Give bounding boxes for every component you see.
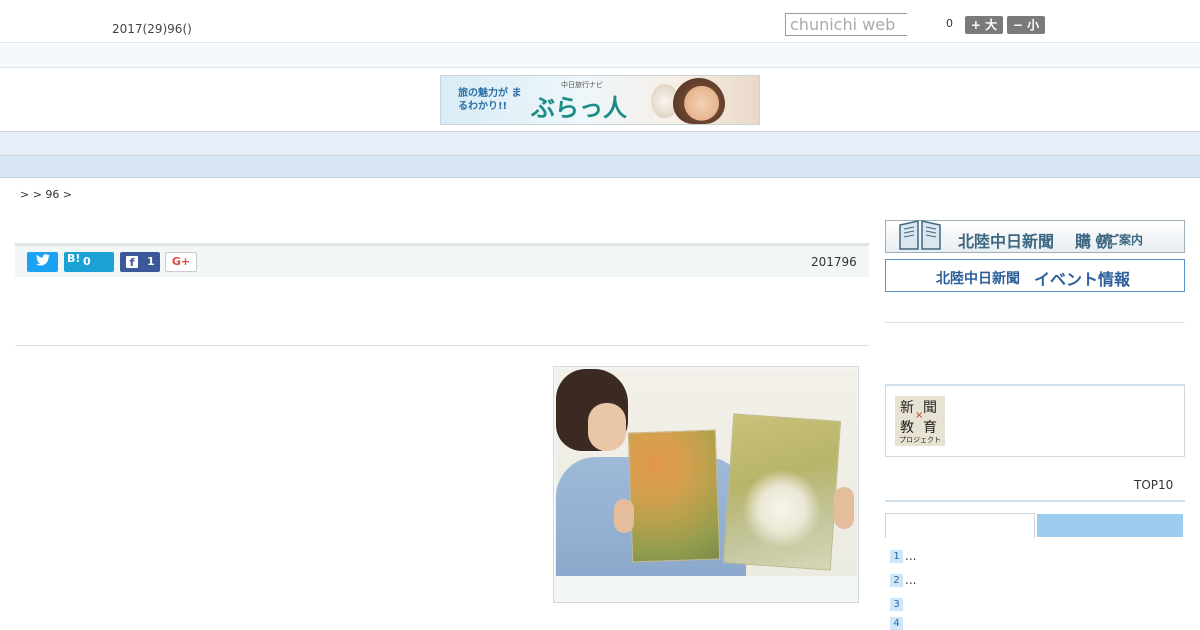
googleplus-icon: G+ — [171, 255, 191, 268]
search-input[interactable]: chunichi web — [785, 13, 907, 36]
font-size-indicator: 0 — [946, 17, 953, 30]
twitter-icon — [35, 254, 50, 266]
subscribe-title: 北陸中日新聞 — [958, 232, 1055, 251]
current-date: 2017(29)96() — [112, 22, 192, 36]
ranking-divider — [885, 500, 1185, 502]
subscribe-tail: のご案内 — [1095, 233, 1144, 247]
hatena-bookmark-icon: B! — [67, 252, 81, 265]
ranking-item[interactable]: 2... — [890, 573, 916, 587]
event-title-paper: 北陸中日新聞 — [936, 271, 1020, 287]
ranking-tab-1[interactable] — [885, 513, 1035, 538]
ranking-number: 3 — [890, 598, 903, 611]
breadcrumb[interactable]: > > 96 > — [20, 188, 72, 201]
nie-logo-char: 新 — [900, 400, 914, 416]
sub-nav — [0, 156, 1200, 178]
photo-hand-left — [614, 499, 634, 533]
open-book-icon — [899, 220, 941, 250]
subscribe-banner[interactable]: 北陸中日新聞 購 読 のご案内 — [885, 220, 1185, 253]
top-bar: 2017(29)96() chunichi web 0 + 大 − 小 — [0, 0, 1200, 43]
header-band — [0, 44, 1200, 68]
travel-banner-ad[interactable]: 旅の魅力が まるわかり!! 中日旅行ナビ ぶらっ人 — [440, 75, 760, 125]
ranking-heading: TOP10 — [1134, 478, 1174, 492]
nie-project-box: 新 聞 × 教 育 プロジェクト — [885, 384, 1185, 457]
photo-flowers — [742, 469, 822, 549]
font-size-small-button[interactable]: − 小 — [1007, 16, 1045, 34]
ranking-item[interactable]: 4 — [890, 616, 905, 630]
facebook-count: 1 — [147, 255, 155, 268]
twitter-share-button[interactable] — [27, 252, 58, 272]
facebook-share-button[interactable]: f 1 — [120, 252, 160, 272]
ranking-number: 2 — [890, 574, 903, 587]
banner-woman-image — [673, 78, 725, 124]
share-bar: B! 0 f 1 G+ — [15, 243, 869, 277]
article-photo[interactable] — [556, 369, 857, 576]
nie-project-logo[interactable]: 新 聞 × 教 育 プロジェクト — [895, 396, 945, 446]
ranking-tab-2[interactable] — [1037, 514, 1183, 537]
googleplus-share-button[interactable]: G+ — [165, 252, 197, 272]
photo-painting-left — [627, 429, 721, 563]
ranking-item[interactable]: 1... — [890, 549, 916, 563]
article-divider — [15, 345, 869, 346]
main-nav — [0, 131, 1200, 156]
nie-logo-project: プロジェクト — [899, 436, 941, 444]
photo-face — [588, 403, 626, 451]
article-date: 201796 — [811, 255, 857, 269]
sidebar-divider — [885, 322, 1185, 323]
ranking-number: 1 — [890, 550, 903, 563]
ranking-text: ... — [905, 549, 917, 563]
facebook-icon: f — [126, 256, 138, 269]
ranking-item[interactable]: 3 — [890, 597, 905, 611]
nie-logo-char: 育 — [923, 420, 937, 436]
banner-logo: ぶらっ人 — [531, 93, 627, 122]
nie-logo-char: 聞 — [923, 400, 937, 416]
event-info-banner[interactable]: 北陸中日新聞 イベント情報 — [885, 259, 1185, 292]
photo-hand-right — [834, 487, 854, 529]
article-photo-frame — [553, 366, 859, 603]
hatena-bookmark-button[interactable]: B! 0 — [64, 252, 114, 272]
banner-tagline: 旅の魅力が まるわかり!! — [458, 88, 522, 112]
ranking-number: 4 — [890, 617, 903, 630]
event-title-info: イベント情報 — [1034, 270, 1131, 289]
hatena-count: 0 — [83, 255, 91, 268]
nie-logo-char: 教 — [900, 420, 914, 436]
ranking-text: ... — [905, 573, 917, 587]
font-size-large-button[interactable]: + 大 — [965, 16, 1003, 34]
